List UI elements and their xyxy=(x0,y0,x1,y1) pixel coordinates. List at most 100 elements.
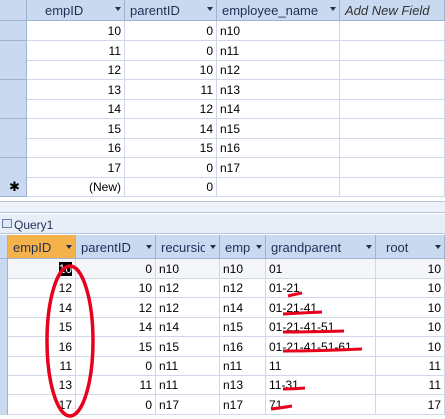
table-cell[interactable]: 0 xyxy=(125,21,217,41)
query-cell[interactable]: 11 xyxy=(76,375,156,396)
query-cell[interactable]: 11 xyxy=(376,375,445,396)
query-cell[interactable]: 10 xyxy=(376,259,445,279)
dropdown-arrow-icon[interactable] xyxy=(207,7,213,11)
table-cell[interactable]: 13 xyxy=(27,79,125,100)
query-cell[interactable]: 01-21-41-51 xyxy=(266,317,376,338)
table-cell[interactable]: n15 xyxy=(217,118,340,139)
record-selector[interactable] xyxy=(0,138,27,158)
query-cell[interactable]: 10 xyxy=(76,278,156,299)
record-selector[interactable] xyxy=(0,259,8,279)
query-cell[interactable]: 01-21-41 xyxy=(266,297,376,318)
table-cell[interactable]: n14 xyxy=(217,99,340,119)
query-column-header-empid[interactable]: empID xyxy=(8,235,76,259)
query-column-header-recursion[interactable]: recursion xyxy=(156,235,220,259)
record-selector[interactable] xyxy=(0,157,27,178)
record-selector[interactable] xyxy=(0,118,27,139)
table-cell[interactable]: n12 xyxy=(217,60,340,80)
column-header-add-new-field[interactable]: Add New Field xyxy=(340,0,445,21)
query-cell[interactable]: 15 xyxy=(8,317,76,338)
column-header-empid[interactable]: empID xyxy=(27,0,125,21)
record-selector[interactable] xyxy=(0,375,8,396)
query-cell[interactable]: 01-21 xyxy=(266,278,376,299)
query-cell[interactable]: n11 xyxy=(156,356,220,376)
table-cell[interactable]: 15 xyxy=(27,118,125,139)
query-cell[interactable]: 13 xyxy=(8,375,76,396)
column-header-employee-name[interactable]: employee_name xyxy=(217,0,340,21)
query-cell[interactable]: n12 xyxy=(156,297,220,318)
query-cell[interactable]: 14 xyxy=(76,317,156,338)
query-cell[interactable]: n12 xyxy=(220,278,266,299)
new-record-name-cell[interactable] xyxy=(217,177,340,197)
query-cell[interactable]: n17 xyxy=(156,394,220,415)
query-cell[interactable]: n16 xyxy=(220,336,266,357)
record-selector[interactable] xyxy=(0,317,8,338)
query-cell[interactable]: 11 xyxy=(376,356,445,376)
query-cell[interactable]: 14 xyxy=(8,297,76,318)
table-cell[interactable]: n10 xyxy=(217,21,340,41)
query-cell[interactable]: n14 xyxy=(220,297,266,318)
query-cell[interactable]: n12 xyxy=(156,278,220,299)
record-selector[interactable] xyxy=(0,79,27,100)
record-selector[interactable] xyxy=(0,99,27,119)
select-all-corner[interactable] xyxy=(0,0,27,21)
dropdown-arrow-icon[interactable] xyxy=(435,245,441,249)
query-cell[interactable]: n10 xyxy=(220,259,266,279)
query-cell[interactable]: n15 xyxy=(220,317,266,338)
query-cell[interactable]: n11 xyxy=(220,356,266,376)
record-selector[interactable] xyxy=(0,297,8,318)
query-cell[interactable]: n15 xyxy=(156,336,220,357)
table-cell[interactable]: n17 xyxy=(217,157,340,178)
record-selector[interactable] xyxy=(0,60,27,80)
query-cell[interactable]: 17 xyxy=(8,394,76,415)
query-tab[interactable]: Query1 xyxy=(0,214,445,234)
table-cell[interactable]: 15 xyxy=(125,138,217,158)
table-cell[interactable]: 10 xyxy=(125,60,217,80)
query-cell[interactable]: 11-31 xyxy=(266,375,376,396)
record-selector[interactable] xyxy=(0,40,27,61)
query-cell[interactable]: 01 xyxy=(266,259,376,279)
table-cell[interactable]: 0 xyxy=(125,157,217,178)
table-cell[interactable]: 17 xyxy=(27,157,125,178)
table-blank-cell[interactable] xyxy=(340,118,445,139)
query-cell[interactable]: n17 xyxy=(220,394,266,415)
record-selector[interactable] xyxy=(0,21,27,41)
query-column-header-grandparent[interactable]: grandparent xyxy=(266,235,376,259)
query-cell[interactable]: n11 xyxy=(156,375,220,396)
table-cell[interactable]: n11 xyxy=(217,40,340,61)
query-cell[interactable]: n13 xyxy=(220,375,266,396)
query-cell[interactable]: 16 xyxy=(8,336,76,357)
query-cell[interactable]: 71 xyxy=(266,394,376,415)
table-cell[interactable]: 11 xyxy=(125,79,217,100)
query-cell[interactable]: 10 xyxy=(8,259,76,279)
table-cell[interactable]: 14 xyxy=(27,99,125,119)
query-column-header-parentid[interactable]: parentID xyxy=(76,235,156,259)
table-blank-cell[interactable] xyxy=(340,138,445,158)
table-cell[interactable]: n13 xyxy=(217,79,340,100)
table-blank-cell[interactable] xyxy=(340,60,445,80)
query-cell[interactable]: n10 xyxy=(156,259,220,279)
table-cell[interactable]: 12 xyxy=(125,99,217,119)
query-cell[interactable]: 10 xyxy=(376,317,445,338)
dropdown-arrow-icon[interactable] xyxy=(146,245,152,249)
query-cell[interactable]: 0 xyxy=(76,394,156,415)
record-selector[interactable] xyxy=(0,278,8,299)
table-cell[interactable]: 14 xyxy=(125,118,217,139)
table-cell[interactable]: 0 xyxy=(125,40,217,61)
table-blank-cell[interactable] xyxy=(340,157,445,178)
dropdown-arrow-icon[interactable] xyxy=(66,245,72,249)
query-cell[interactable]: 10 xyxy=(376,336,445,357)
new-record-selector[interactable]: ✱ xyxy=(0,177,27,197)
table-cell[interactable]: n16 xyxy=(217,138,340,158)
query-cell[interactable]: 0 xyxy=(76,356,156,376)
table-cell[interactable]: 12 xyxy=(27,60,125,80)
table-blank-cell[interactable] xyxy=(340,40,445,61)
table-cell[interactable]: 10 xyxy=(27,21,125,41)
query-cell[interactable]: 15 xyxy=(76,336,156,357)
record-selector[interactable] xyxy=(0,356,8,376)
column-header-parentid[interactable]: parentID xyxy=(125,0,217,21)
dropdown-arrow-icon[interactable] xyxy=(256,245,262,249)
query-column-header-root[interactable]: root xyxy=(376,235,445,259)
new-record-blank-cell[interactable] xyxy=(340,177,445,197)
query-cell[interactable]: 12 xyxy=(76,297,156,318)
query-cell[interactable]: 10 xyxy=(376,297,445,318)
